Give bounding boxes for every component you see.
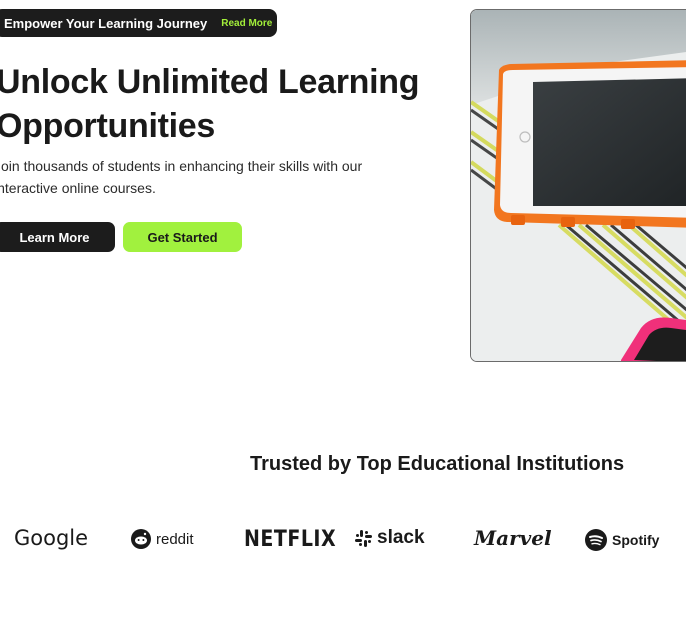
- read-more-link[interactable]: Read More: [221, 18, 272, 29]
- hero-subtitle-line1: Join thousands of students in enhancing …: [0, 158, 363, 174]
- hero-title-line1: Unlock Unlimited Learning: [0, 63, 420, 101]
- slack-logo: slack: [355, 527, 425, 549]
- learn-more-button[interactable]: Learn More: [0, 222, 115, 252]
- get-started-button[interactable]: Get Started: [123, 222, 242, 252]
- marvel-logo: Marvel: [474, 526, 552, 550]
- announcement-text: Empower Your Learning Journey: [4, 15, 208, 31]
- google-logo: Google: [14, 526, 88, 550]
- hero-title: Unlock Unlimited Learning Opportunities: [0, 60, 456, 148]
- slack-icon: [355, 529, 372, 547]
- trusted-section-title: Trusted by Top Educational Institutions: [250, 453, 625, 475]
- tablet-photo: [471, 10, 686, 361]
- netflix-logo: NETFLIX: [244, 526, 336, 551]
- spotify-logo-text: Spotify: [612, 532, 660, 548]
- slack-logo-text: slack: [377, 527, 425, 548]
- reddit-logo: reddit: [131, 529, 194, 549]
- netflix-logo-text: NETFLIX: [244, 526, 337, 552]
- hero-title-line2: Opportunities: [0, 107, 215, 145]
- hero-subtitle-line2: interactive online courses.: [0, 180, 156, 196]
- hero-image: [470, 9, 686, 362]
- google-logo-text: Google: [14, 526, 89, 550]
- spotify-logo: Spotify: [585, 529, 659, 551]
- reddit-icon: [131, 529, 151, 549]
- marvel-logo-text: Marvel: [474, 526, 552, 550]
- reddit-logo-text: reddit: [156, 530, 194, 548]
- hero-subtitle: Join thousands of students in enhancing …: [0, 155, 404, 199]
- announcement-badge: Empower Your Learning Journey Read More: [0, 9, 277, 37]
- spotify-icon: [585, 529, 607, 551]
